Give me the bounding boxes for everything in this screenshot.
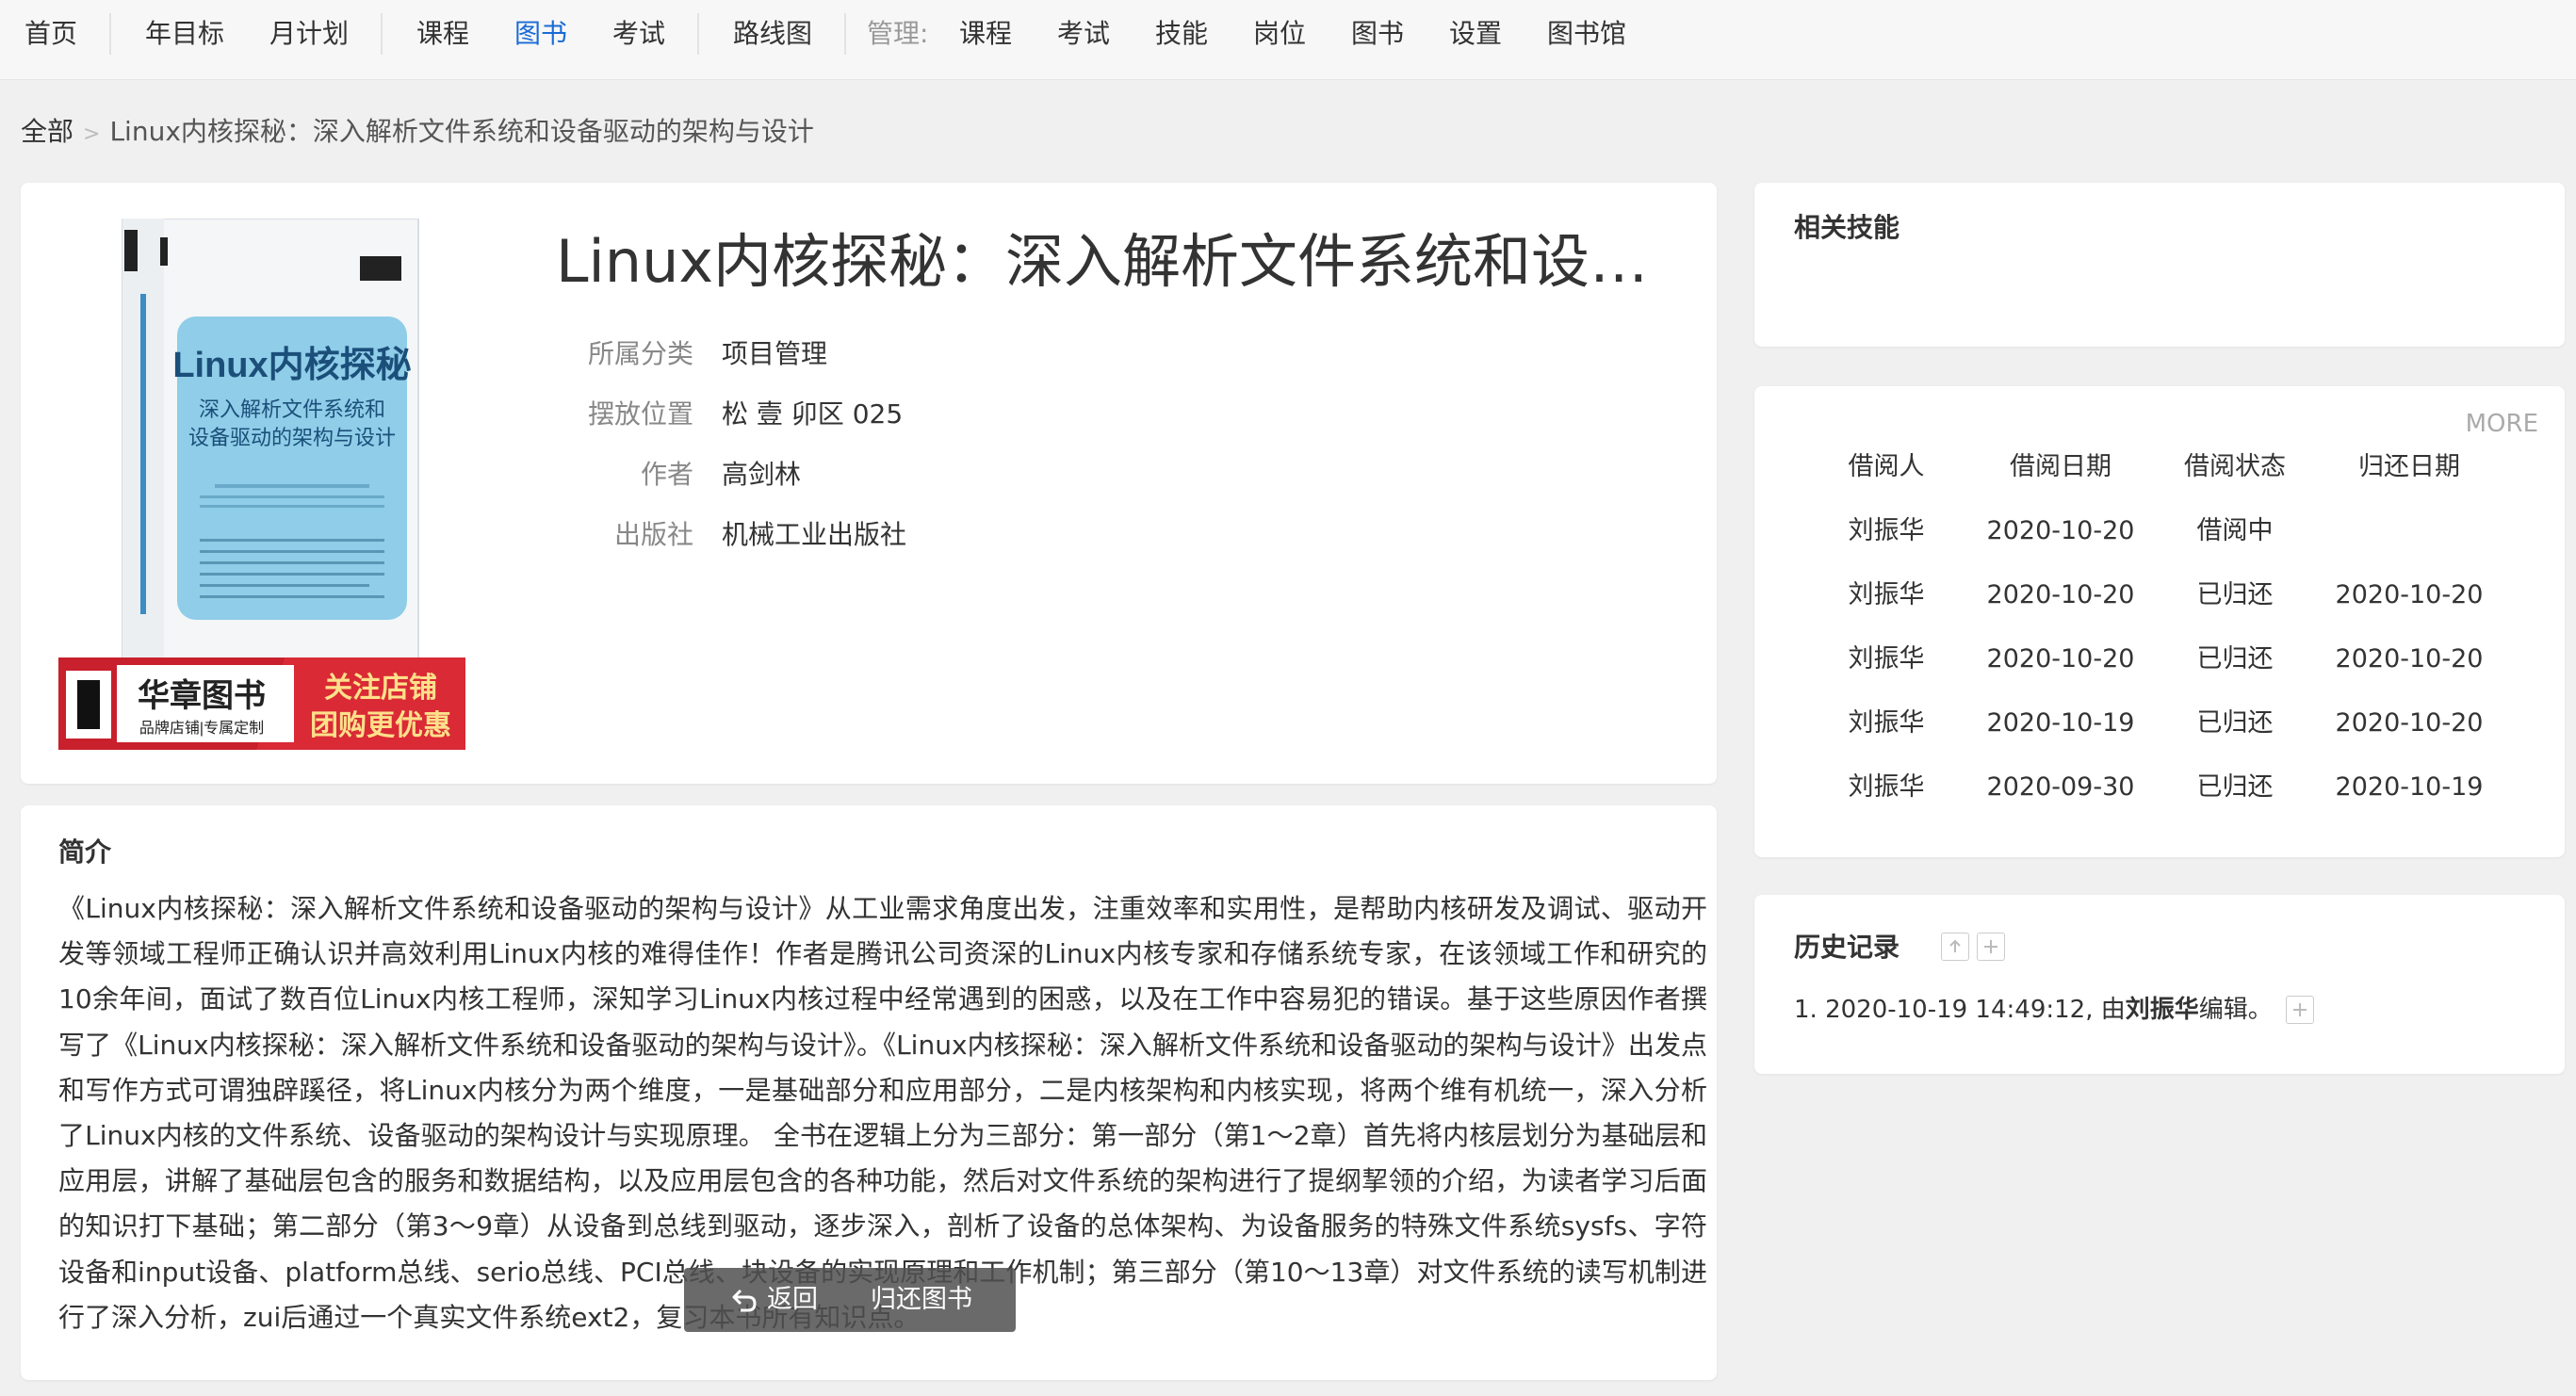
table-row: 刘振华 2020-10-20 已归还 2020-10-20 <box>1754 563 2565 627</box>
nav-courses[interactable]: 课程 <box>416 15 469 53</box>
breadcrumb-current: Linux内核探秘：深入解析文件系统和设备驱动的架构与设计 <box>109 116 814 147</box>
nav-exams[interactable]: 考试 <box>612 15 665 53</box>
cover-title: Linux内核探秘 <box>172 346 411 385</box>
column-header-return-date: 归还日期 <box>2358 452 2460 481</box>
borrow-records-card: MORE 借阅人 借阅日期 借阅状态 归还日期 刘振华 2020-10-20 借… <box>1754 386 2565 857</box>
field-value: 项目管理 <box>722 338 828 369</box>
nav-divider <box>697 13 699 55</box>
book-field-author: 作者 高剑林 <box>556 456 801 494</box>
back-button-label: 返回 <box>767 1285 818 1314</box>
nav-manage-label: 管理: <box>867 18 929 49</box>
cover-subtitle-1: 深入解析文件系统和 <box>199 398 385 421</box>
table-row: 刘振华 2020-10-19 已归还 2020-10-20 <box>1754 691 2565 755</box>
nav-divider <box>381 13 383 55</box>
nav-books[interactable]: 图书 <box>514 15 567 53</box>
nav-manage-settings[interactable]: 设置 <box>1449 15 1502 53</box>
nav-manage-books[interactable]: 图书 <box>1351 15 1404 53</box>
related-skills-heading: 相关技能 <box>1794 212 1900 243</box>
expand-plus-icon[interactable] <box>1977 933 2005 961</box>
return-date-cell: 2020-10-20 <box>2335 708 2484 738</box>
history-entry-suffix: 编辑。 <box>2198 996 2273 1024</box>
expand-plus-icon[interactable] <box>2285 996 2314 1024</box>
nav-manage-skills[interactable]: 技能 <box>1155 15 1208 53</box>
return-date-cell: 2020-10-20 <box>2335 644 2484 674</box>
table-row: 刘振华 2020-10-20 借阅中 <box>1754 499 2565 563</box>
history-entry-prefix: 1. 2020-10-19 14:49:12, 由 <box>1794 996 2126 1024</box>
history-heading: 历史记录 <box>1794 932 1900 963</box>
undo-arrow-icon <box>732 1289 757 1312</box>
field-label: 出版社 <box>613 519 693 550</box>
table-header-row: 借阅人 借阅日期 借阅状态 归还日期 <box>1754 435 2565 499</box>
breadcrumb-root[interactable]: 全部 <box>21 116 73 147</box>
nav-manage-exams[interactable]: 考试 <box>1057 15 1110 53</box>
breadcrumb-separator: > <box>83 122 101 146</box>
top-nav: 首页 年目标 月计划 课程 图书 考试 路线图 管理: 课程 考试 技能 岗位 … <box>0 0 2576 80</box>
intro-heading: 简介 <box>58 836 112 868</box>
book-info-card: Linux内核探秘 深入解析文件系统和 设备驱动的架构与设计 华章图书 品牌店铺… <box>21 183 1717 784</box>
book-title: Linux内核探秘：深入解析文件系统和设备驱动的架构与设计 <box>556 227 1687 296</box>
return-date-cell: 2020-10-20 <box>2335 580 2484 609</box>
return-book-button[interactable]: 归还图书 <box>871 1268 972 1332</box>
field-label: 所属分类 <box>587 338 693 369</box>
cover-banner-brand: 华章图书 <box>138 677 266 714</box>
book-field-publisher: 出版社 机械工业出版社 <box>556 516 906 554</box>
cover-banner-brand-sub: 品牌店铺|专属定制 <box>139 720 264 737</box>
borrow-table: 借阅人 借阅日期 借阅状态 归还日期 刘振华 2020-10-20 借阅中 刘振… <box>1754 435 2565 820</box>
field-value: 高剑林 <box>722 459 802 490</box>
breadcrumb: 全部 > Linux内核探秘：深入解析文件系统和设备驱动的架构与设计 <box>21 113 814 154</box>
history-toolbar <box>1941 933 2005 961</box>
history-entry: 1. 2020-10-19 14:49:12, 由 刘振华 编辑。 <box>1794 991 2314 1029</box>
nav-month-plan[interactable]: 月计划 <box>269 15 349 53</box>
nav-manage-positions[interactable]: 岗位 <box>1253 15 1306 53</box>
field-label: 作者 <box>640 459 693 490</box>
nav-home[interactable]: 首页 <box>24 15 77 53</box>
book-cover-image: Linux内核探秘 深入解析文件系统和 设备驱动的架构与设计 华章图书 品牌店铺… <box>58 219 465 750</box>
cover-banner-cta-1: 关注店铺 <box>324 673 437 704</box>
field-value: 松 壹 卯区 025 <box>722 398 904 430</box>
return-date-cell <box>2306 499 2513 563</box>
nav-manage-library[interactable]: 图书馆 <box>1547 15 1626 53</box>
book-field-category: 所属分类 项目管理 <box>556 335 827 373</box>
collapse-up-icon[interactable] <box>1941 933 1969 961</box>
table-row: 刘振华 2020-10-20 已归还 2020-10-20 <box>1754 627 2565 691</box>
field-value: 机械工业出版社 <box>722 519 907 550</box>
table-row: 刘振华 2020-09-30 已归还 2020-10-19 <box>1754 755 2565 820</box>
field-label: 摆放位置 <box>587 398 693 430</box>
nav-divider <box>844 13 846 55</box>
back-button[interactable]: 返回 <box>729 1268 818 1332</box>
return-date-cell: 2020-10-19 <box>2335 772 2484 802</box>
floating-action-bar: 返回 归还图书 <box>684 1268 1016 1332</box>
cover-subtitle-2: 设备驱动的架构与设计 <box>188 426 396 449</box>
nav-manage-courses[interactable]: 课程 <box>959 15 1012 53</box>
history-card: 历史记录 1. 2020-10-19 14:49:12, 由 刘振华 编辑。 <box>1754 895 2565 1074</box>
nav-roadmap[interactable]: 路线图 <box>733 15 812 53</box>
related-skills-card: 相关技能 <box>1754 183 2565 347</box>
nav-year-goal[interactable]: 年目标 <box>145 15 224 53</box>
nav-divider <box>109 13 111 55</box>
cover-banner-cta-2: 团购更优惠 <box>310 710 451 741</box>
book-field-location: 摆放位置松 壹 卯区 025 <box>556 396 903 433</box>
history-entry-user[interactable]: 刘振华 <box>2126 991 2199 1029</box>
